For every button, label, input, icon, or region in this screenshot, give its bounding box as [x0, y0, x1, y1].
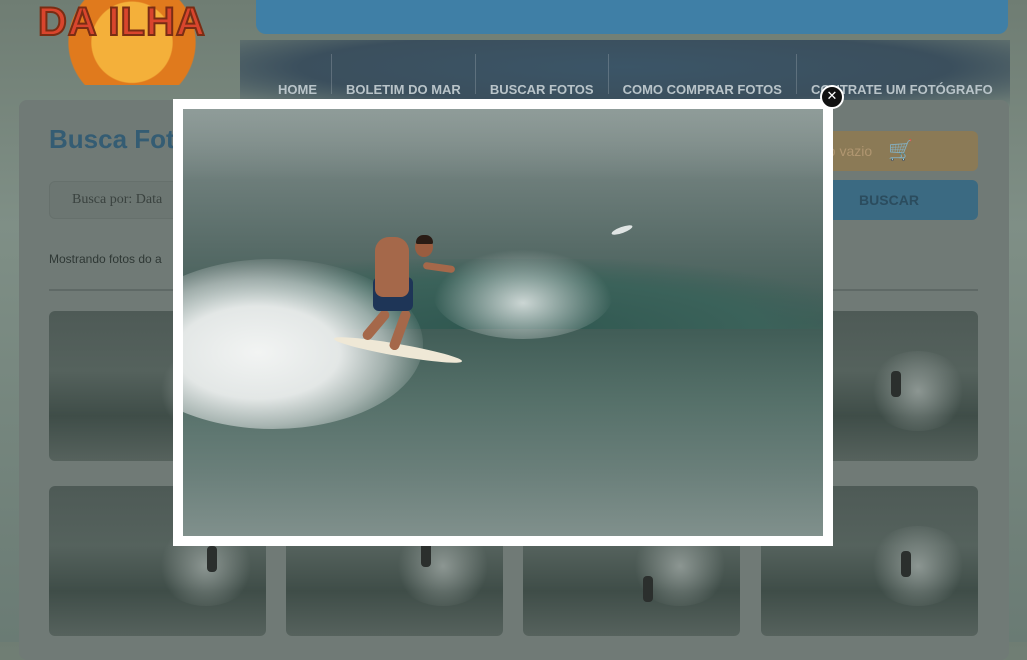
enlarged-surf-photo: [183, 109, 823, 536]
close-icon[interactable]: ✕: [820, 85, 844, 109]
seagull: [610, 223, 634, 237]
lightbox-modal: [173, 99, 833, 546]
